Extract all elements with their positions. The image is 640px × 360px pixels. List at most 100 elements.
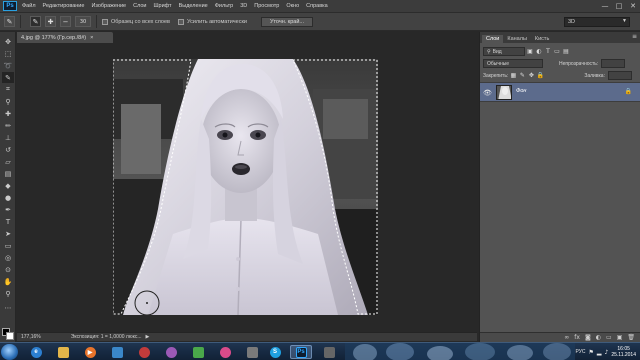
filter-adjustment-icon[interactable]: ◐ xyxy=(535,48,543,56)
layers-panel-footer: ∞ fx ◙ ◐ ▭ ▣ 🗑 xyxy=(480,332,640,342)
filter-type-icon[interactable]: T xyxy=(544,48,552,56)
dodge-tool-icon[interactable]: ● xyxy=(2,192,14,203)
blend-mode-select[interactable]: Обычные xyxy=(483,59,543,68)
clock[interactable]: 16:05 25.11.2014 xyxy=(611,346,636,358)
taskbar-app-8[interactable] xyxy=(214,345,236,359)
3d-tool-icon[interactable]: ◎ xyxy=(2,252,14,263)
hand-tool-icon[interactable]: ✋ xyxy=(2,276,14,287)
lock-image-icon[interactable]: ✎ xyxy=(518,72,526,80)
gradient-tool-icon[interactable]: ▤ xyxy=(2,168,14,179)
taskbar-explorer[interactable] xyxy=(52,345,74,359)
tab-layers[interactable]: Слои xyxy=(482,35,504,43)
zoom-tool-icon[interactable]: ⚲ xyxy=(2,288,14,299)
filter-pixel-icon[interactable]: ▣ xyxy=(526,48,534,56)
tab-brush[interactable]: Кисть xyxy=(531,35,553,43)
lock-position-icon[interactable]: ✥ xyxy=(527,72,535,80)
menu-window[interactable]: Окно xyxy=(286,3,299,9)
taskbar-media[interactable]: ▶ xyxy=(79,345,101,359)
auto-enhance-checkbox[interactable] xyxy=(177,18,184,25)
taskbar-app-4[interactable] xyxy=(106,345,128,359)
background-color-swatch[interactable] xyxy=(6,332,14,340)
layer-row-background[interactable]: 👁 Фон 🔒 xyxy=(480,82,640,102)
network-icon[interactable]: ▂ xyxy=(597,349,602,356)
workspace-select[interactable]: 3D ▼ xyxy=(564,17,630,27)
start-button[interactable] xyxy=(1,344,18,360)
taskbar-app-9[interactable] xyxy=(241,345,263,359)
add-mask-icon[interactable]: ◙ xyxy=(585,334,591,341)
layer-style-icon[interactable]: fx xyxy=(574,334,580,341)
menu-filter[interactable]: Фильтр xyxy=(215,3,233,9)
screen-mode-icon[interactable]: ⋯ xyxy=(2,302,14,313)
fill-input[interactable] xyxy=(607,71,632,80)
layer-filter-kind-value: Вид xyxy=(492,48,502,55)
volume-icon[interactable]: ♪ xyxy=(605,349,609,356)
quick-selection-preset-icon[interactable]: ✎ xyxy=(4,16,15,27)
sample-all-layers-checkbox[interactable] xyxy=(102,18,108,25)
document-image[interactable] xyxy=(113,59,378,315)
filter-shape-icon[interactable]: ▭ xyxy=(553,48,561,56)
options-bar: ✎ ✎ ✚ − 30 Образец со всех слоев Усилить… xyxy=(0,12,640,31)
language-indicator[interactable]: РУС xyxy=(575,349,585,355)
taskbar-ie[interactable]: e xyxy=(25,345,47,359)
subtract-from-selection-icon[interactable]: − xyxy=(60,16,71,27)
eraser-tool-icon[interactable]: ▱ xyxy=(2,156,14,167)
new-layer-icon[interactable]: ▣ xyxy=(617,334,623,341)
filter-smart-object-icon[interactable]: ▤ xyxy=(562,48,570,56)
taskbar-photoshop[interactable]: Ps xyxy=(290,345,312,359)
delete-layer-icon[interactable]: 🗑 xyxy=(627,334,635,341)
menu-3d[interactable]: 3D xyxy=(240,3,247,9)
3d-camera-tool-icon[interactable]: ⊙ xyxy=(2,264,14,275)
menu-layers[interactable]: Слои xyxy=(133,3,146,9)
menu-select[interactable]: Выделение xyxy=(179,3,208,9)
opacity-input[interactable] xyxy=(601,59,626,68)
brush-tool-icon[interactable]: ✏ xyxy=(2,120,14,131)
chevron-down-icon: ▼ xyxy=(622,18,627,24)
add-to-selection-icon[interactable]: ✚ xyxy=(45,16,56,27)
healing-brush-tool-icon[interactable]: ✚ xyxy=(2,108,14,119)
minimize-button[interactable]: — xyxy=(600,1,610,10)
blur-tool-icon[interactable]: ◆ xyxy=(2,180,14,191)
rectangle-tool-icon[interactable]: ▭ xyxy=(2,240,14,251)
maximize-button[interactable]: □ xyxy=(614,1,624,10)
menu-file[interactable]: Файл xyxy=(22,3,36,9)
quick-selection-tool-icon[interactable]: ✎ xyxy=(2,72,14,83)
new-group-icon[interactable]: ▭ xyxy=(606,334,612,341)
menu-type[interactable]: Шрифт xyxy=(153,3,171,9)
refine-edge-button[interactable]: Уточн. край... xyxy=(260,16,313,27)
lock-all-icon[interactable]: 🔒 xyxy=(536,72,544,80)
flag-icon[interactable]: ⚑ xyxy=(588,349,593,356)
taskbar-app-7[interactable] xyxy=(187,345,209,359)
eye-icon[interactable]: 👁 xyxy=(483,88,492,97)
adjustment-layer-icon[interactable]: ◐ xyxy=(596,334,601,341)
layer-filter-kind[interactable]: ⚲ Вид xyxy=(483,47,525,56)
close-button[interactable]: ✕ xyxy=(628,1,638,10)
menu-edit[interactable]: Редактирование xyxy=(43,3,85,9)
menu-image[interactable]: Изображение xyxy=(91,3,126,9)
document-tab[interactable]: 4.jpg @ 177% (Гр.сер./8#) × xyxy=(17,32,113,43)
document-tab-close-icon[interactable]: × xyxy=(90,35,93,41)
pen-tool-icon[interactable]: ✒ xyxy=(2,204,14,215)
panel-menu-icon[interactable]: ≡ xyxy=(632,33,637,40)
tab-channels[interactable]: Каналы xyxy=(503,35,531,43)
link-layers-icon[interactable]: ∞ xyxy=(564,334,569,341)
taskbar-app-6[interactable] xyxy=(160,345,182,359)
crop-tool-icon[interactable]: ⌗ xyxy=(2,84,14,95)
taskbar-skype[interactable]: S xyxy=(264,345,286,359)
type-tool-icon[interactable]: T xyxy=(2,216,14,227)
new-selection-icon[interactable]: ✎ xyxy=(30,16,41,27)
brush-picker-icon[interactable]: 30 xyxy=(75,16,91,27)
move-tool-icon[interactable]: ✥ xyxy=(2,36,14,47)
marquee-tool-icon[interactable]: ⬚ xyxy=(2,48,14,59)
history-brush-tool-icon[interactable]: ↺ xyxy=(2,144,14,155)
menu-help[interactable]: Справка xyxy=(306,3,328,9)
zoom-level[interactable]: 177,16% xyxy=(21,334,41,340)
lock-transparent-icon[interactable]: ▦ xyxy=(509,72,517,80)
taskbar-app-5[interactable] xyxy=(133,345,155,359)
path-selection-tool-icon[interactable]: ➤ xyxy=(2,228,14,239)
lasso-tool-icon[interactable]: ➰ xyxy=(2,60,14,71)
eyedropper-tool-icon[interactable]: ⚲ xyxy=(2,96,14,107)
menu-view[interactable]: Просмотр xyxy=(254,3,279,9)
clone-stamp-tool-icon[interactable]: ⊥ xyxy=(2,132,14,143)
status-menu-arrow-icon[interactable]: ▶ xyxy=(146,334,150,340)
taskbar-app-12[interactable] xyxy=(318,345,340,359)
